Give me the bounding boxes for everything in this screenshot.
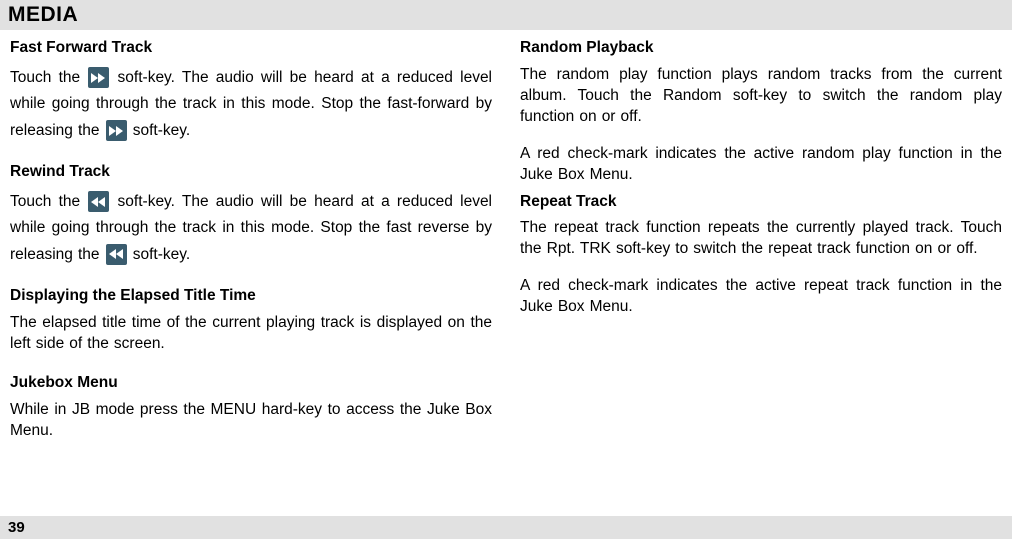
fast-forward-paragraph: Touch the soft-key. The audio will be he… (10, 65, 492, 144)
text-fragment: soft-key. (133, 122, 190, 139)
section-title-random-playback: Random Playback (520, 38, 1002, 59)
page-section-title: MEDIA (8, 3, 78, 26)
fast-forward-icon (106, 120, 127, 141)
right-column: Random Playback The random play function… (520, 38, 1002, 447)
rewind-icon (88, 191, 109, 212)
repeat-track-paragraph-1: The repeat track function repeats the cu… (520, 218, 1002, 260)
page-number: 39 (8, 519, 25, 536)
random-playback-paragraph-1: The random play function plays random tr… (520, 65, 1002, 128)
repeat-track-paragraph-2: A red check-mark indicates the active re… (520, 276, 1002, 318)
random-playback-paragraph-2: A red check-mark indicates the active ra… (520, 144, 1002, 186)
section-title-fast-forward: Fast Forward Track (10, 38, 492, 59)
left-column: Fast Forward Track Touch the soft-key. T… (10, 38, 492, 447)
rewind-paragraph: Touch the soft-key. The audio will be he… (10, 189, 492, 268)
elapsed-time-paragraph: The elapsed title time of the current pl… (10, 313, 492, 355)
content-area: Fast Forward Track Touch the soft-key. T… (0, 30, 1012, 455)
section-title-jukebox-menu: Jukebox Menu (10, 373, 492, 394)
section-title-repeat-track: Repeat Track (520, 192, 1002, 213)
section-title-elapsed-time: Displaying the Elapsed Title Time (10, 286, 492, 307)
text-fragment: Touch the (10, 69, 87, 86)
text-fragment: Touch the (10, 193, 87, 210)
rewind-icon (106, 244, 127, 265)
fast-forward-icon (88, 67, 109, 88)
text-fragment: soft-key. (133, 246, 190, 263)
footer-bar: 39 (0, 516, 1012, 539)
header-bar: MEDIA (0, 0, 1012, 30)
jukebox-menu-paragraph: While in JB mode press the MENU hard-key… (10, 400, 492, 442)
section-title-rewind: Rewind Track (10, 162, 492, 183)
